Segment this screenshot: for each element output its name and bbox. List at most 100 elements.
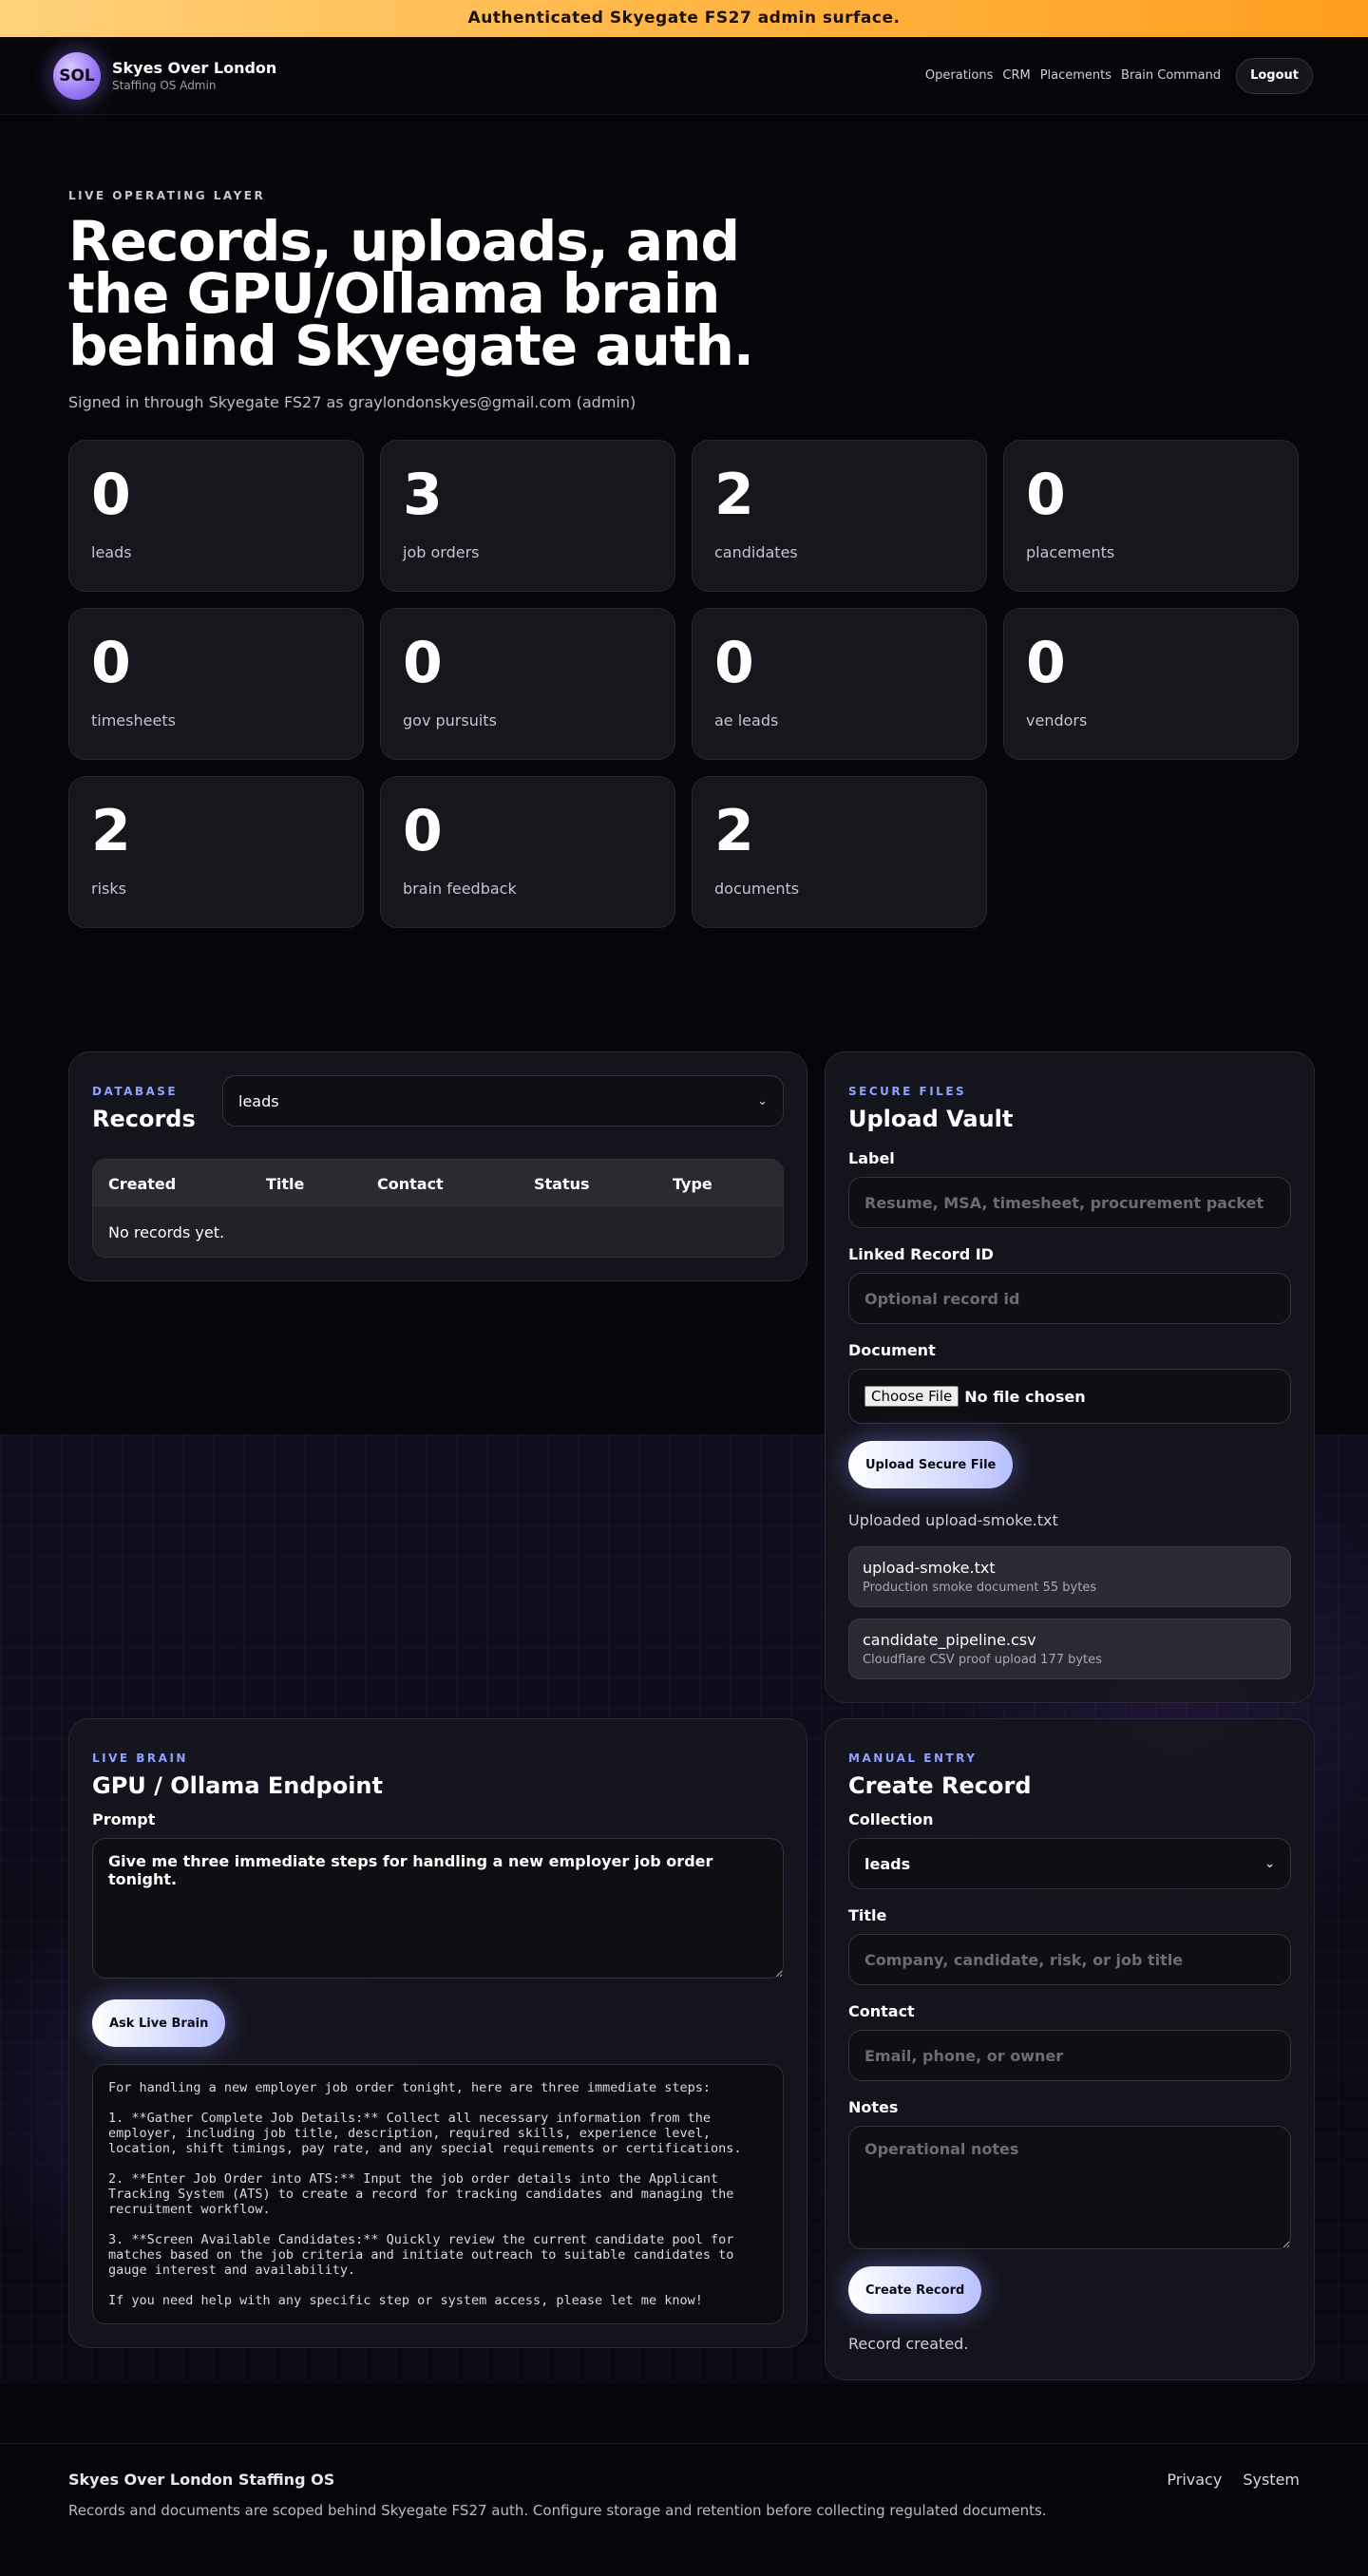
signed-in-status: Signed in through Skyegate FS27 as grayl… <box>68 393 636 411</box>
title-label: Title <box>848 1906 887 1924</box>
title-input[interactable] <box>848 1934 1291 1985</box>
column-header[interactable]: Status <box>534 1175 673 1193</box>
uploaded-files-list: upload-smoke.txt Production smoke docume… <box>848 1546 1291 1679</box>
stat-value: 2 <box>714 462 754 528</box>
stat-label: leads <box>91 543 132 561</box>
records-panel: DATABASE Records leads ⌄ Created Title C… <box>68 1051 808 1281</box>
column-header[interactable]: Type <box>673 1175 712 1193</box>
upload-secure-file-button[interactable]: Upload Secure File <box>848 1441 1014 1488</box>
logout-button[interactable]: Logout <box>1236 57 1313 94</box>
records-table: Created Title Contact Status Type No rec… <box>92 1159 784 1258</box>
auth-banner: Authenticated Skyegate FS27 admin surfac… <box>0 0 1368 37</box>
linked-record-input[interactable] <box>848 1273 1291 1324</box>
stat-card: 2 risks <box>68 776 364 928</box>
uploaded-file-item[interactable]: upload-smoke.txt Production smoke docume… <box>848 1546 1291 1607</box>
hero-eyebrow: LIVE OPERATING LAYER <box>68 189 266 202</box>
stat-value: 0 <box>714 630 754 696</box>
collection-select-value: leads <box>238 1091 279 1110</box>
uploaded-file-item[interactable]: candidate_pipeline.csv Cloudflare CSV pr… <box>848 1619 1291 1679</box>
footer-system-link[interactable]: System <box>1243 2471 1300 2489</box>
stat-card: 2 candidates <box>692 440 987 592</box>
brain-eyebrow: LIVE BRAIN <box>92 1752 188 1765</box>
prompt-label: Prompt <box>92 1810 156 1828</box>
create-record-button[interactable]: Create Record <box>848 2266 982 2314</box>
stats-grid: 0 leads 3 job orders 2 candidates 0 placements 0… <box>68 440 1300 928</box>
stat-value: 3 <box>403 462 443 528</box>
stat-card: 0 ae leads <box>692 608 987 760</box>
stat-label: candidates <box>714 543 798 561</box>
records-empty-row: No records yet. <box>93 1207 783 1257</box>
label-input[interactable] <box>848 1177 1291 1228</box>
manual-eyebrow: MANUAL ENTRY <box>848 1752 978 1765</box>
manual-title: Create Record <box>848 1772 1032 1799</box>
brain-output: For handling a new employer job order to… <box>92 2064 784 2324</box>
column-header[interactable]: Created <box>108 1175 266 1193</box>
file-name: candidate_pipeline.csv <box>863 1631 1036 1649</box>
stat-value: 0 <box>1026 462 1066 528</box>
records-eyebrow: DATABASE <box>92 1085 179 1098</box>
stat-label: gov pursuits <box>403 711 497 729</box>
footer-privacy-link[interactable]: Privacy <box>1167 2471 1222 2489</box>
nav-crm[interactable]: CRM <box>1002 68 1030 83</box>
choose-file-button[interactable]: Choose File <box>864 1386 960 1407</box>
stat-card: 0 leads <box>68 440 364 592</box>
linked-record-label: Linked Record ID <box>848 1245 994 1263</box>
stat-label: placements <box>1026 543 1115 561</box>
file-detail: Production smoke document 55 bytes <box>863 1581 1097 1595</box>
stat-card: 0 timesheets <box>68 608 364 760</box>
manual-collection-select[interactable]: leads ⌄ <box>848 1838 1291 1889</box>
file-chosen-text: No file chosen <box>964 1387 1086 1406</box>
column-header[interactable]: Contact <box>377 1175 534 1193</box>
stat-card: 0 placements <box>1003 440 1299 592</box>
brand-name: Skyes Over London <box>112 59 277 77</box>
stat-value: 0 <box>403 798 443 864</box>
site-footer: Skyes Over London Staffing OS Records an… <box>0 2443 1368 2576</box>
collection-select[interactable]: leads ⌄ <box>222 1075 784 1127</box>
stat-label: vendors <box>1026 711 1088 729</box>
stat-label: job orders <box>403 543 480 561</box>
file-name: upload-smoke.txt <box>863 1559 996 1577</box>
records-title: Records <box>92 1106 196 1132</box>
stat-label: timesheets <box>91 711 176 729</box>
ask-live-brain-button[interactable]: Ask Live Brain <box>92 1999 226 2047</box>
notes-label: Notes <box>848 2098 899 2116</box>
stat-card: 3 job orders <box>380 440 675 592</box>
chevron-down-icon: ⌄ <box>1264 1856 1275 1871</box>
contact-label: Contact <box>848 2002 915 2020</box>
stat-value: 0 <box>403 630 443 696</box>
stat-value: 0 <box>91 462 131 528</box>
stat-card: 2 documents <box>692 776 987 928</box>
notes-textarea[interactable] <box>848 2126 1291 2249</box>
contact-input[interactable] <box>848 2030 1291 2081</box>
nav-operations[interactable]: Operations <box>925 68 993 83</box>
column-header[interactable]: Title <box>266 1175 377 1193</box>
stat-card: 0 vendors <box>1003 608 1299 760</box>
vault-title: Upload Vault <box>848 1106 1014 1132</box>
stat-label: brain feedback <box>403 880 517 898</box>
upload-status: Uploaded upload-smoke.txt <box>848 1511 1058 1529</box>
upload-vault-panel: SECURE FILES Upload Vault Label Linked R… <box>825 1051 1315 1703</box>
records-table-header: Created Title Contact Status Type <box>93 1160 783 1207</box>
vault-eyebrow: SECURE FILES <box>848 1085 967 1098</box>
stat-label: documents <box>714 880 800 898</box>
nav-brain-command[interactable]: Brain Command <box>1121 68 1221 83</box>
stat-value: 0 <box>91 630 131 696</box>
prompt-textarea[interactable]: Give me three immediate steps for handli… <box>92 1838 784 1979</box>
stat-value: 2 <box>91 798 131 864</box>
nav-placements[interactable]: Placements <box>1040 68 1112 83</box>
brand-subtitle: Staffing OS Admin <box>112 79 217 92</box>
chevron-down-icon: ⌄ <box>757 1093 768 1108</box>
stat-card: 0 gov pursuits <box>380 608 675 760</box>
manual-collection-value: leads <box>864 1854 911 1873</box>
collection-label: Collection <box>848 1810 934 1828</box>
footer-title: Skyes Over London Staffing OS <box>68 2471 335 2489</box>
stat-label: risks <box>91 880 126 898</box>
site-header: SOL Skyes Over London Staffing OS Admin … <box>0 37 1368 115</box>
brand-logo: SOL <box>53 51 101 100</box>
document-file-input: Choose File No file chosen <box>848 1369 1291 1424</box>
create-status: Record created. <box>848 2335 969 2353</box>
stat-card: 0 brain feedback <box>380 776 675 928</box>
brand[interactable]: SOL Skyes Over London Staffing OS Admin <box>53 51 277 100</box>
hero-title: Records, uploads, and the GPU/Ollama bra… <box>68 209 754 378</box>
stat-label: ae leads <box>714 711 779 729</box>
